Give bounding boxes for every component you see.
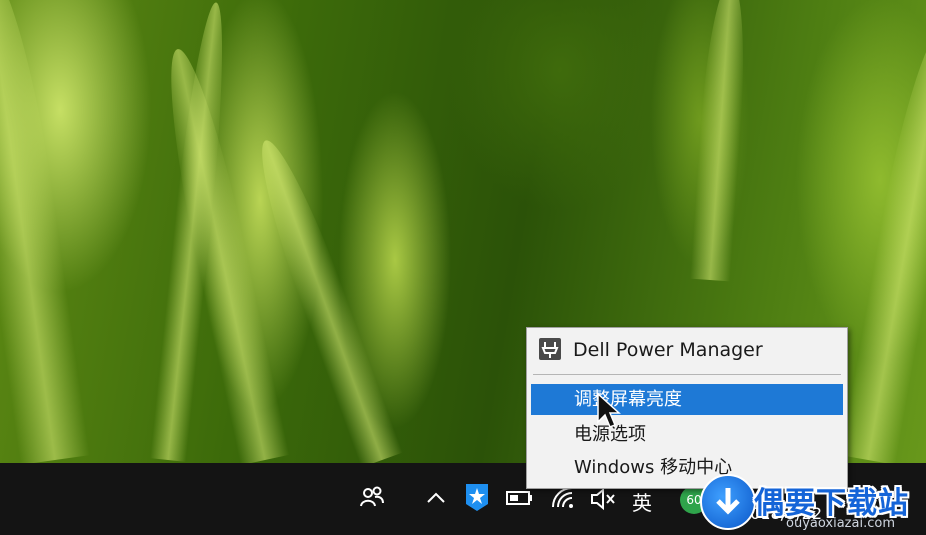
dell-power-manager-icon [539, 338, 561, 360]
menu-separator [533, 374, 841, 375]
tray-context-menu: Dell Power Manager 调整屏幕亮度 电源选项 Windows 移… [526, 327, 848, 489]
people-icon[interactable] [358, 484, 386, 512]
mouse-cursor-icon [596, 392, 622, 434]
bluetooth-app-icon[interactable] [464, 482, 490, 512]
grass-blade [840, 21, 926, 465]
battery-icon[interactable] [506, 490, 534, 506]
menu-header: Dell Power Manager [527, 328, 847, 372]
download-arrow-icon [700, 474, 756, 530]
menu-item-adjust-brightness[interactable]: 调整屏幕亮度 [531, 384, 843, 415]
grass-blade [0, 0, 90, 465]
grass-blade [690, 0, 751, 282]
chevron-up-icon[interactable] [425, 487, 447, 509]
menu-app-title: Dell Power Manager [573, 339, 763, 361]
watermark: 偶要下载站 ouyaoxiazai.com [700, 472, 926, 535]
ime-indicator[interactable]: 英 [632, 487, 652, 516]
watermark-url: ouyaoxiazai.com [786, 516, 895, 531]
menu-item-power-options[interactable]: 电源选项 [531, 419, 843, 450]
volume-muted-icon[interactable] [589, 486, 617, 512]
